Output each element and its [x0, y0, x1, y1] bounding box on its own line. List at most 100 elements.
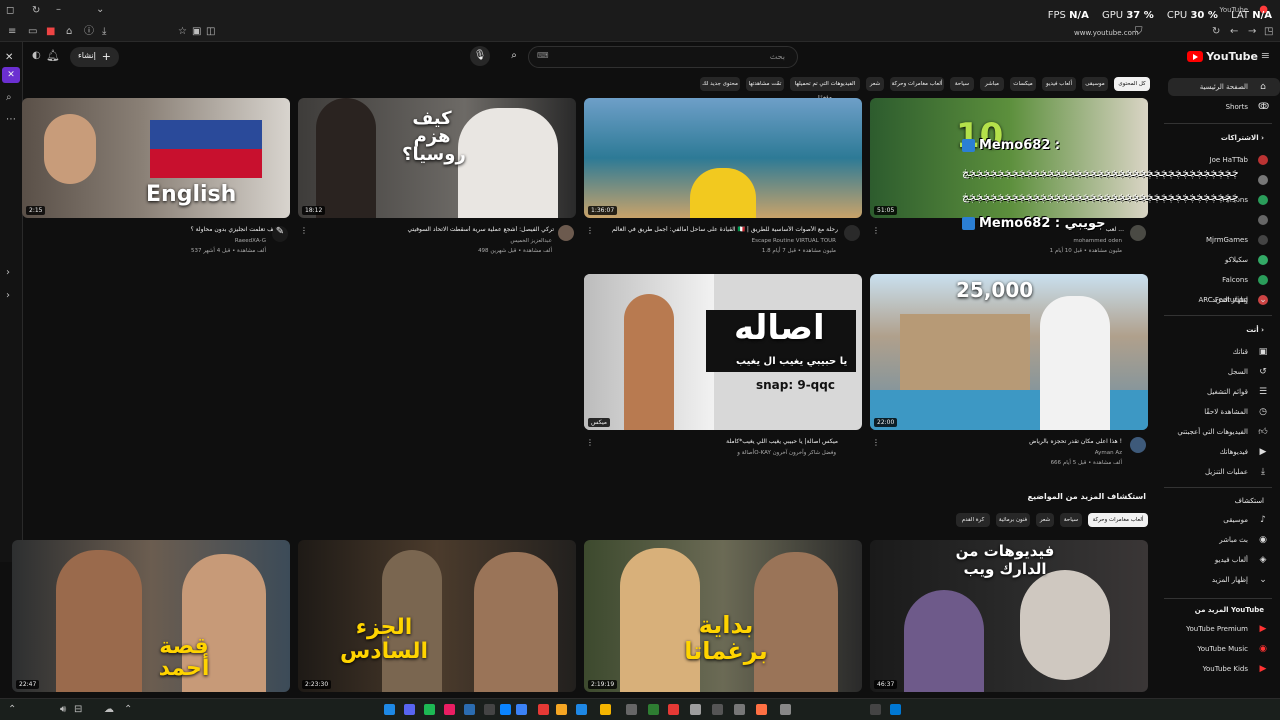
- extension-icon[interactable]: ■: [46, 26, 55, 38]
- video-title[interactable]: كيف تعلمت انجليزي بدون محاولة ؟: [120, 226, 278, 233]
- topic-chip[interactable]: شعر: [1036, 513, 1054, 527]
- sidebar-item[interactable]: YouTube Kids ▶: [1168, 660, 1280, 678]
- start-icon[interactable]: [890, 704, 901, 715]
- video-thumbnail[interactable]: English 2:15: [22, 98, 290, 218]
- forward-icon[interactable]: →: [1248, 26, 1256, 38]
- app-icon[interactable]: [500, 704, 511, 715]
- sidebar-item[interactable]: فيديوهاتك ▶: [1168, 443, 1280, 461]
- channel-name[interactable]: أصالة وO-KAY وفضل شاكر وآخرون آخرون: [600, 450, 836, 456]
- video-thumbnail[interactable]: قصة أحمد 22:47: [12, 540, 290, 692]
- minimize-icon[interactable]: –: [56, 4, 61, 16]
- download-icon[interactable]: ⤓: [102, 26, 106, 38]
- video-title[interactable]: القيادة على ساحل أمالفي: أجمل طريق في ال…: [610, 226, 838, 233]
- app-icon[interactable]: [668, 704, 679, 715]
- network-icon[interactable]: ⊟: [74, 704, 82, 716]
- topic-chip[interactable]: كرة القدم: [956, 513, 990, 527]
- video-thumbnail[interactable]: اصاله يا حبيبي يغيب ال يغيب snap: 9-qqc …: [584, 274, 862, 430]
- window-icon[interactable]: ◳: [1264, 26, 1273, 38]
- filter-chip[interactable]: الفيديوهات التي تم تحميلها مؤخرًا: [790, 77, 860, 101]
- volume-icon[interactable]: 🔊︎: [60, 704, 66, 716]
- channel-name[interactable]: Ayman Az: [890, 450, 1122, 456]
- more-options-icon[interactable]: ⋮: [872, 438, 880, 447]
- chevron-right-icon[interactable]: ›: [6, 290, 10, 302]
- topic-chip[interactable]: فنون برمائية: [996, 513, 1030, 527]
- you-heading[interactable]: أنت ›: [1246, 326, 1264, 334]
- sidebar-item[interactable]: سكيلاكو: [1168, 251, 1280, 269]
- tray-expand-icon[interactable]: ⌃: [8, 704, 16, 716]
- firefox-icon[interactable]: [756, 704, 767, 715]
- video-thumbnail[interactable]: فيديوهات من الدارك ويب 46:37: [870, 540, 1148, 692]
- sidebar-icon[interactable]: ▭: [28, 26, 37, 38]
- video-thumbnail[interactable]: الجزء السادس 2:23:30: [298, 540, 576, 692]
- sidebar-item[interactable]: Falcons: [1168, 271, 1280, 289]
- steam-icon[interactable]: [464, 704, 475, 715]
- menu-icon[interactable]: ≡: [8, 26, 16, 38]
- video-thumbnail[interactable]: كيف هزم روسيا؟ 18:12: [298, 98, 576, 218]
- app-icon[interactable]: [516, 704, 527, 715]
- voice-search-icon[interactable]: 🎙︎: [470, 46, 490, 66]
- app-icon[interactable]: [444, 704, 455, 715]
- browser-icon[interactable]: [384, 704, 395, 715]
- video-title[interactable]: ميكس اصالة| يا حبيبي يغيب اللي يغيب*كامل…: [600, 438, 838, 445]
- channel-avatar[interactable]: [1130, 437, 1146, 453]
- youtube-logo[interactable]: YouTube: [1187, 50, 1258, 63]
- app-icon[interactable]: [484, 704, 495, 715]
- app-icon[interactable]: [712, 704, 723, 715]
- notifications-icon[interactable]: 🔔︎: [46, 50, 60, 62]
- more-icon[interactable]: ⋯: [6, 114, 16, 126]
- pip-icon[interactable]: ◫: [206, 26, 215, 38]
- filter-chip[interactable]: تمّت مشاهدتها: [746, 77, 784, 91]
- video-title[interactable]: هذا اعلى مكان تقدر تحجزه بالرياض !: [890, 438, 1122, 445]
- app-icon[interactable]: [648, 704, 659, 715]
- sidebar-item-home[interactable]: الصفحة الرئيسية ⌂: [1168, 78, 1280, 96]
- search-button[interactable]: ⌕: [504, 46, 524, 66]
- more-options-icon[interactable]: ⋮: [586, 226, 594, 235]
- sidebar-item[interactable]: الفيديوهات التي أعجبتني 👍︎: [1168, 423, 1280, 441]
- sidebar-item[interactable]: YouTube Music ◉: [1168, 640, 1280, 658]
- more-options-icon[interactable]: ⋮: [586, 438, 594, 447]
- sidebar-item[interactable]: موسيقى ♪: [1168, 511, 1280, 529]
- channel-avatar[interactable]: [558, 225, 574, 241]
- app-icon[interactable]: [734, 704, 745, 715]
- sidebar-item[interactable]: بث مباشر ◉: [1168, 531, 1280, 549]
- app-icon[interactable]: [576, 704, 587, 715]
- chevron-down-icon[interactable]: ⌄: [96, 4, 104, 16]
- refresh-icon[interactable]: ↻: [32, 5, 40, 17]
- video-thumbnail[interactable]: 1:36:07: [584, 98, 862, 218]
- filter-chip[interactable]: موسيقى: [1082, 77, 1108, 91]
- search-icon[interactable]: ⌕: [6, 92, 12, 104]
- filter-chip[interactable]: سياحة: [950, 77, 974, 91]
- search-icon[interactable]: [870, 704, 881, 715]
- chevron-right-icon[interactable]: ›: [6, 267, 10, 279]
- filter-chip[interactable]: ميكسات: [1010, 77, 1036, 91]
- filter-chip[interactable]: محتوى جديد لك: [700, 77, 740, 91]
- info-icon[interactable]: ⓘ: [84, 26, 94, 38]
- avatar[interactable]: ◐: [32, 50, 41, 62]
- hamburger-menu-icon[interactable]: ≡: [1261, 50, 1270, 62]
- app-icon[interactable]: [780, 704, 791, 715]
- cloud-icon[interactable]: ☁: [104, 704, 114, 716]
- keyboard-icon[interactable]: ⌨: [537, 51, 549, 60]
- filter-chip[interactable]: كل المحتوى: [1114, 77, 1150, 91]
- star-icon[interactable]: ☆: [178, 26, 187, 38]
- sidebar-item[interactable]: قناتك ▣: [1168, 343, 1280, 361]
- channel-name[interactable]: RaeedXA-G: [120, 238, 266, 244]
- back-icon[interactable]: ←: [1230, 26, 1238, 38]
- app-icon[interactable]: [690, 704, 701, 715]
- screenshot-icon[interactable]: ▣: [192, 26, 201, 38]
- more-options-icon[interactable]: ⋮: [300, 226, 308, 235]
- app-icon[interactable]: [556, 704, 567, 715]
- channel-avatar[interactable]: ✎: [272, 226, 288, 242]
- folder-icon[interactable]: [600, 704, 611, 715]
- filter-chip[interactable]: مباشر: [980, 77, 1004, 91]
- spotify-icon[interactable]: [424, 704, 435, 715]
- channel-avatar[interactable]: [844, 225, 860, 241]
- topic-chip[interactable]: ألعاب مغامرات وحركة: [1088, 513, 1148, 527]
- reload-icon[interactable]: ↻: [1212, 26, 1220, 38]
- search-input[interactable]: بحث ⌨: [528, 46, 798, 68]
- brave-icon[interactable]: [538, 704, 549, 715]
- address-bar[interactable]: www.youtube.com: [1074, 27, 1139, 39]
- channel-name[interactable]: عبدالعزيز الخميس: [330, 238, 552, 244]
- sidebar-item[interactable]: السجل ↺: [1168, 363, 1280, 381]
- app-icon[interactable]: [626, 704, 637, 715]
